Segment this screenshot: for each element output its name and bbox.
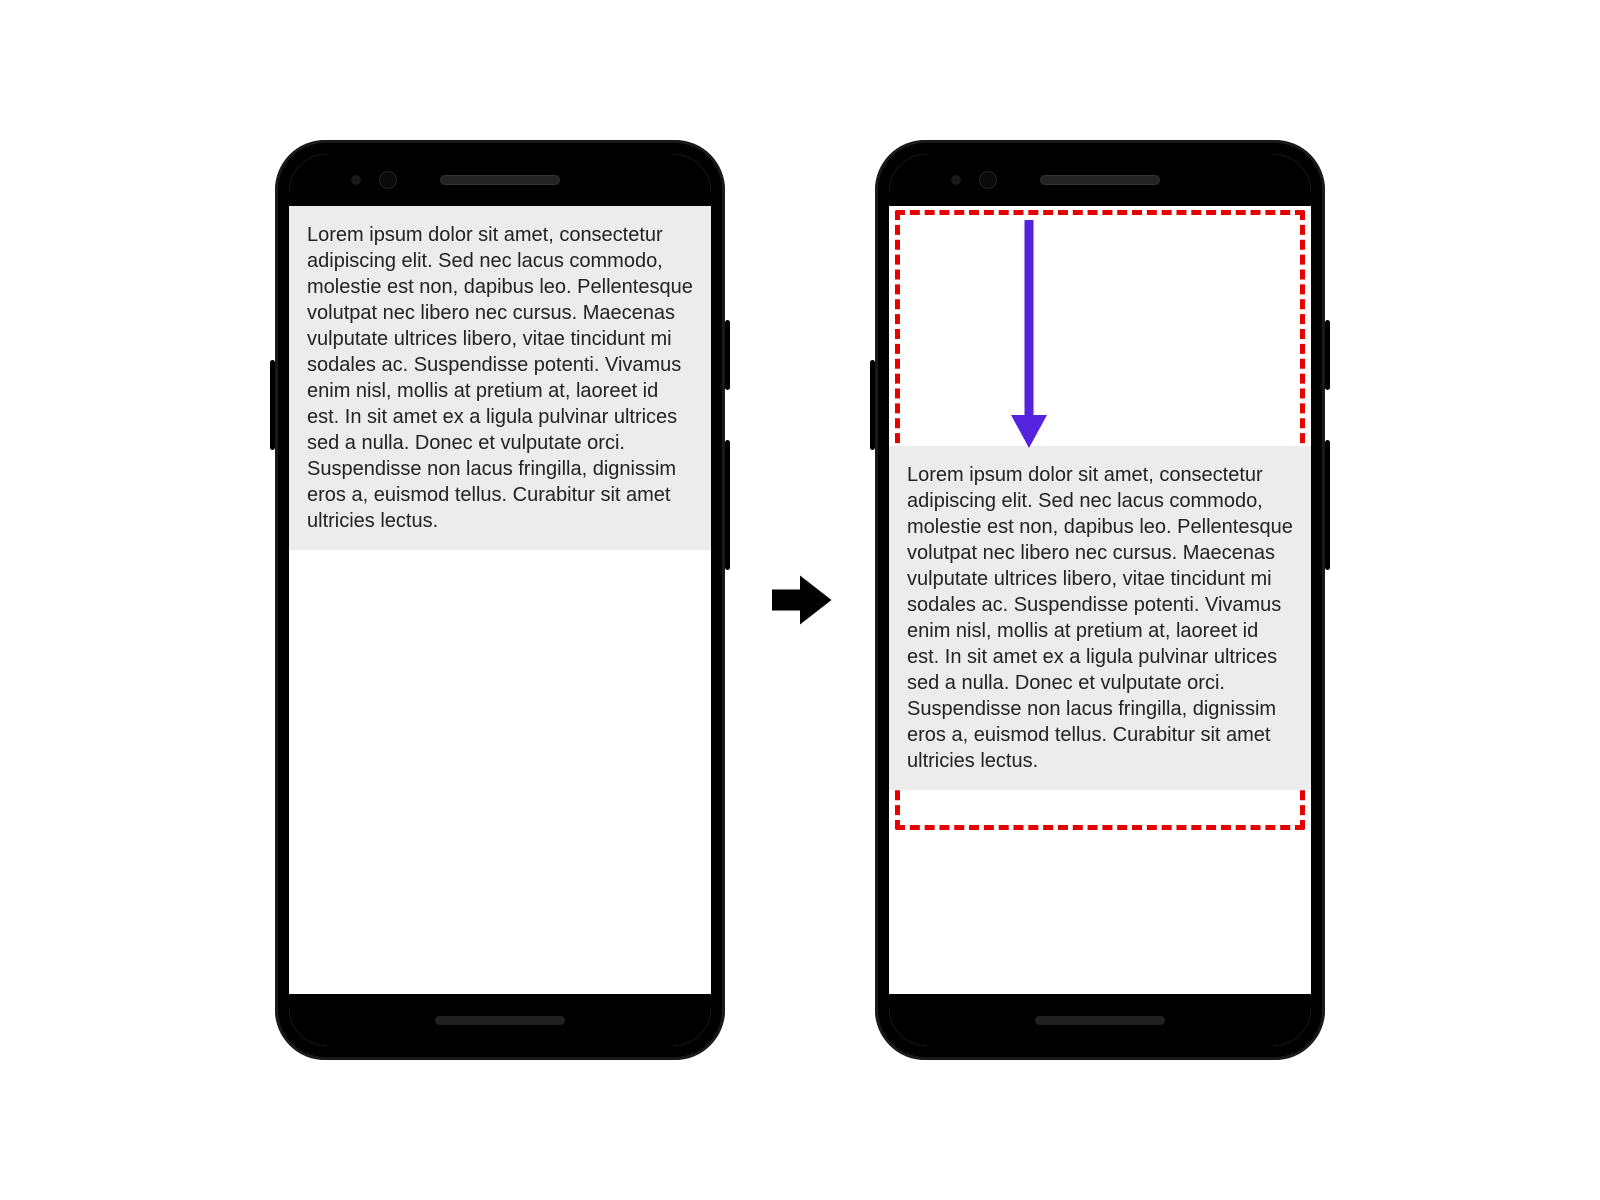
bottom-speaker-icon (435, 1016, 565, 1025)
phone-top-bar (289, 154, 711, 206)
phone-top-bar (889, 154, 1311, 206)
phone-side-button (870, 360, 875, 450)
scroll-direction-indicator (1009, 220, 1049, 455)
arrow-down-icon (1009, 220, 1049, 450)
camera-dot-icon (379, 171, 397, 189)
phone-bottom-bar (889, 994, 1311, 1046)
lorem-text: Lorem ipsum dolor sit amet, consectetur … (907, 462, 1293, 774)
phone-before: Lorem ipsum dolor sit amet, consectetur … (275, 140, 725, 1060)
speaker-grille-icon (1040, 175, 1160, 185)
phone-side-button (1325, 320, 1330, 390)
phone-bottom-bar (289, 994, 711, 1046)
sensor-dot-icon (951, 175, 961, 185)
phone-side-button (725, 320, 730, 390)
phone-inner: Lorem ipsum dolor sit amet, consectetur … (289, 154, 711, 1046)
content-text-block: Lorem ipsum dolor sit amet, consectetur … (289, 206, 711, 550)
camera-dot-icon (979, 171, 997, 189)
diagram-container: Lorem ipsum dolor sit amet, consectetur … (0, 0, 1600, 1200)
phone-side-button (1325, 440, 1330, 570)
speaker-grille-icon (440, 175, 560, 185)
phone-screen: Lorem ipsum dolor sit amet, consectetur … (289, 206, 711, 994)
phone-inner: Lorem ipsum dolor sit amet, consectetur … (889, 154, 1311, 1046)
phone-side-button (725, 440, 730, 570)
phone-after: Lorem ipsum dolor sit amet, consectetur … (875, 140, 1325, 1060)
arrow-right-icon (765, 565, 835, 635)
phone-side-button (270, 360, 275, 450)
transition-arrow (765, 565, 835, 635)
lorem-text: Lorem ipsum dolor sit amet, consectetur … (307, 222, 693, 534)
sensor-dot-icon (351, 175, 361, 185)
content-text-block: Lorem ipsum dolor sit amet, consectetur … (889, 446, 1311, 790)
phone-screen: Lorem ipsum dolor sit amet, consectetur … (889, 206, 1311, 994)
bottom-speaker-icon (1035, 1016, 1165, 1025)
